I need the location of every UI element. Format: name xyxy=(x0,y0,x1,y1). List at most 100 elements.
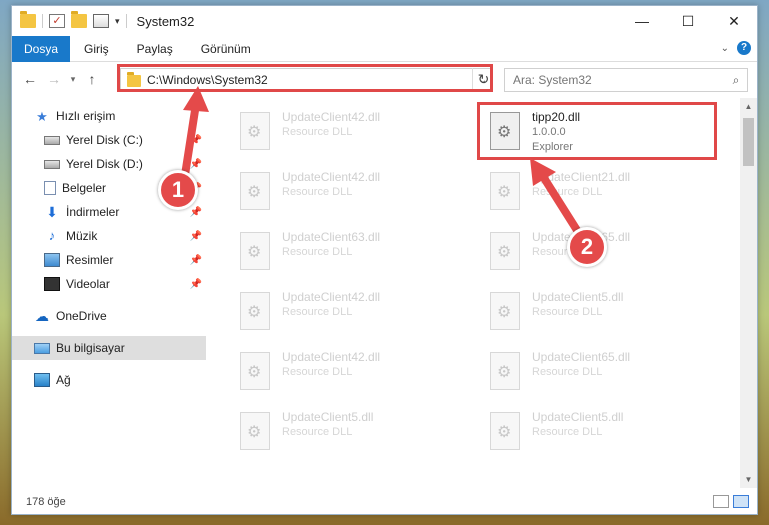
properties-icon[interactable] xyxy=(93,14,109,28)
customize-toolbar-icon[interactable]: ▾ xyxy=(115,16,120,27)
title-bar: ✓ ▾ System32 — ☐ ✕ xyxy=(12,6,757,36)
callout-badge-1: 1 xyxy=(158,170,198,210)
forward-button[interactable]: → xyxy=(42,71,66,87)
new-folder-icon[interactable] xyxy=(71,11,87,28)
file-tile[interactable]: UpdateClient42.dll Resource DLL xyxy=(218,104,458,162)
file-name: UpdateClient42.dll xyxy=(282,350,381,364)
dll-file-icon xyxy=(240,292,270,330)
recent-locations-button[interactable]: ▾ xyxy=(66,74,80,85)
this-pc-icon xyxy=(34,342,50,354)
view-toggle xyxy=(713,495,749,508)
refresh-button[interactable]: ↻ xyxy=(472,68,494,92)
search-icon[interactable]: ⌕ xyxy=(725,73,747,88)
file-name: UpdateClient63.dll xyxy=(282,230,381,244)
search-box[interactable]: ⌕ xyxy=(504,68,748,92)
file-tile-tipp20[interactable]: tipp20.dll 1.0.0.0 Explorer xyxy=(468,104,708,162)
expand-ribbon-icon[interactable]: ⌄ xyxy=(721,43,729,54)
tab-file[interactable]: Dosya xyxy=(12,35,70,62)
file-company: Explorer xyxy=(532,141,573,153)
sidebar-item-label: Yerel Disk (D:) xyxy=(66,157,143,171)
file-description: Resource DLL xyxy=(282,186,353,198)
pin-icon[interactable]: 📌 xyxy=(190,135,202,146)
large-icons-view-icon[interactable] xyxy=(733,495,749,508)
file-tile[interactable]: UpdateClient5.dll Resource DLL xyxy=(468,284,708,342)
drive-icon xyxy=(44,159,60,169)
file-name: UpdateClient42.dll xyxy=(282,290,381,304)
sidebar-item-label: İndirmeler xyxy=(66,205,120,219)
pin-icon[interactable]: 📌 xyxy=(190,207,202,218)
sidebar-item-disk-c[interactable]: Yerel Disk (C:) 📌 xyxy=(12,128,206,152)
dll-file-icon xyxy=(490,352,520,390)
maximize-button[interactable]: ☐ xyxy=(665,6,711,36)
folder-icon xyxy=(127,72,141,87)
file-name: UpdateClient42.dll xyxy=(282,110,381,124)
file-tile[interactable]: UpdateClient63.dll Resource DLL xyxy=(218,224,458,282)
sidebar-item-this-pc[interactable]: Bu bilgisayar xyxy=(12,336,206,360)
scroll-thumb[interactable] xyxy=(743,118,754,166)
file-name: UpdateClient21.dll xyxy=(532,170,631,184)
item-count: 178 öğe xyxy=(26,496,66,508)
file-name: UpdateClient5.dll xyxy=(532,290,624,304)
file-tile[interactable]: UpdateClient5.dll Resource DLL xyxy=(468,404,708,462)
up-button[interactable]: ↑ xyxy=(80,71,104,87)
pin-icon[interactable]: 📌 xyxy=(190,255,202,266)
file-tile[interactable]: UpdateClient65.dll Resource DLL xyxy=(468,344,708,402)
file-description: Resource DLL xyxy=(282,366,353,378)
file-description: Resource DLL xyxy=(282,126,353,138)
close-button[interactable]: ✕ xyxy=(711,6,757,36)
file-description: Resource DLL xyxy=(532,306,603,318)
help-icon[interactable]: ? xyxy=(737,41,751,55)
tab-share[interactable]: Paylaş xyxy=(123,36,187,62)
sidebar-item-pictures[interactable]: Resimler 📌 xyxy=(12,248,206,272)
scroll-down-icon[interactable]: ▼ xyxy=(740,471,757,488)
file-description: Resource DLL xyxy=(532,186,603,198)
file-name: UpdateClient5.dll xyxy=(282,410,374,424)
dll-file-icon xyxy=(240,412,270,450)
sidebar-item-label: Hızlı erişim xyxy=(56,109,116,123)
sidebar-item-music[interactable]: ♪ Müzik 📌 xyxy=(12,224,206,248)
pin-icon[interactable]: 📌 xyxy=(190,159,202,170)
divider xyxy=(42,14,43,28)
sidebar-item-label: Videolar xyxy=(66,277,110,291)
address-path[interactable]: C:\Windows\System32 xyxy=(147,73,474,87)
sidebar-item-label: OneDrive xyxy=(56,309,107,323)
download-icon: ⬇ xyxy=(46,204,58,220)
pin-icon[interactable]: 📌 xyxy=(190,231,202,242)
search-input[interactable] xyxy=(513,73,725,87)
pictures-icon xyxy=(44,253,60,267)
sidebar-item-network[interactable]: Ağ xyxy=(12,368,206,392)
file-tile[interactable]: UpdateClient42.dll Resource DLL xyxy=(218,344,458,402)
pin-icon[interactable]: 📌 xyxy=(190,279,202,290)
minimize-button[interactable]: — xyxy=(619,6,665,36)
file-tile[interactable]: UpdateClient5.dll Resource DLL xyxy=(218,404,458,462)
back-button[interactable]: ← xyxy=(18,71,42,87)
sidebar-item-label: Belgeler xyxy=(62,181,107,195)
tab-home[interactable]: Giriş xyxy=(70,36,123,62)
file-description: Resource DLL xyxy=(282,246,353,258)
folder-icon xyxy=(20,11,36,28)
file-name: UpdateClient65.dll xyxy=(532,350,631,364)
sidebar-item-videos[interactable]: Videolar 📌 xyxy=(12,272,206,296)
scroll-up-icon[interactable]: ▲ xyxy=(740,98,757,115)
videos-icon xyxy=(44,277,60,291)
file-name: UpdateClient5.dll xyxy=(532,410,624,424)
sidebar-item-onedrive[interactable]: ☁ OneDrive xyxy=(12,304,206,328)
vertical-scrollbar[interactable]: ▲ ▼ xyxy=(740,98,757,488)
music-icon: ♪ xyxy=(48,228,56,243)
documents-icon xyxy=(44,181,56,195)
file-name: UpdateClient42.dll xyxy=(282,170,381,184)
address-bar[interactable]: C:\Windows\System32 ⌄ xyxy=(120,68,493,92)
file-tile[interactable]: UpdateClient42.dll Resource DLL xyxy=(218,284,458,342)
file-tile[interactable]: UpdateClient42.dll Resource DLL xyxy=(218,164,458,222)
dll-file-icon xyxy=(240,352,270,390)
sidebar-item-quick-access[interactable]: ★ Hızlı erişim xyxy=(12,104,206,128)
dll-file-icon xyxy=(240,172,270,210)
tab-view[interactable]: Görünüm xyxy=(187,36,265,62)
callout-badge-2: 2 xyxy=(567,227,607,267)
dll-file-icon xyxy=(490,292,520,330)
window-title: System32 xyxy=(136,13,195,29)
file-tile[interactable]: UpdateClient21.dll Resource DLL xyxy=(468,164,708,222)
properties-check-icon[interactable]: ✓ xyxy=(49,14,65,28)
drive-icon xyxy=(44,135,60,145)
details-view-icon[interactable] xyxy=(713,495,729,508)
